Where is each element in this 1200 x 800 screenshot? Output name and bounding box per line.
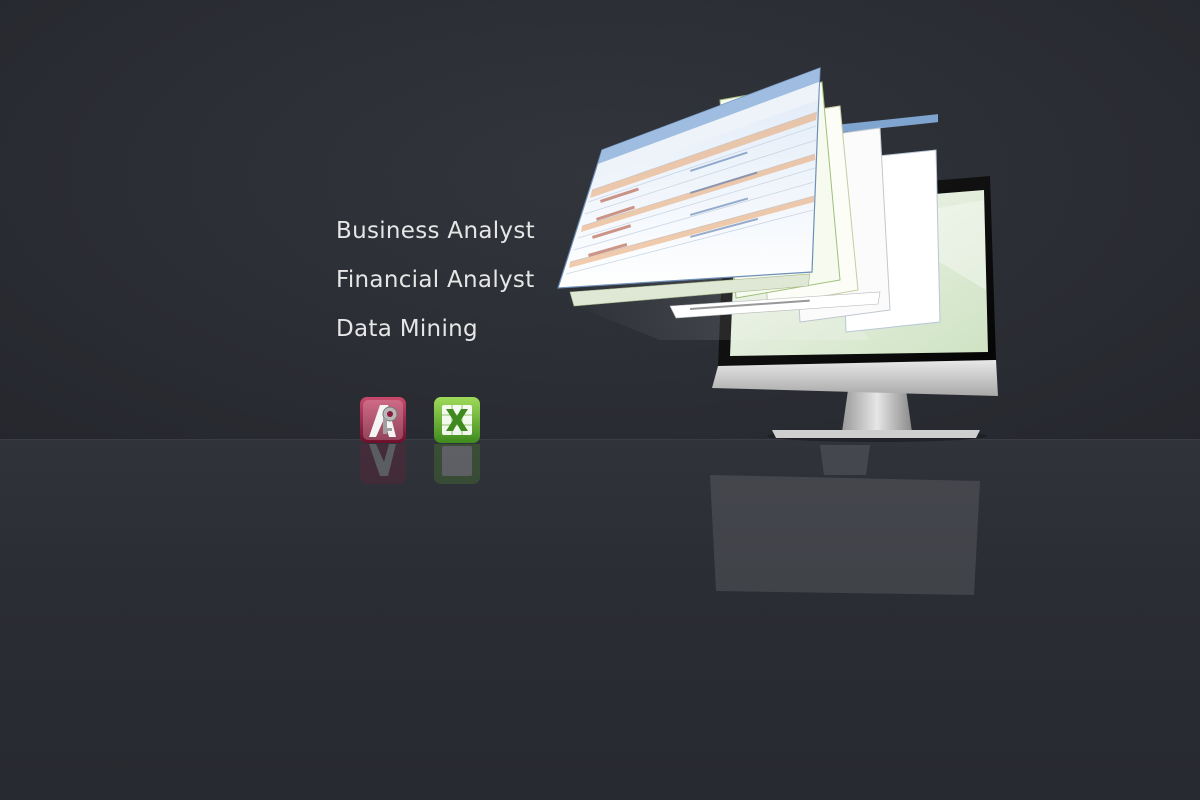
monitor-chin [712,360,998,396]
monitor-reflection [690,445,990,605]
access-icon-reflection [360,444,406,484]
excel-icon-reflection [434,444,480,484]
skill-financial-analyst: Financial Analyst [336,267,535,293]
monitor-stand [842,390,912,432]
skills-list: Business Analyst Financial Analyst Data … [336,214,535,361]
spreadsheet-stack [557,67,941,333]
skill-data-mining: Data Mining [336,316,478,342]
monitor-illustration [540,60,1010,450]
microsoft-access-icon [360,397,406,443]
skill-business-analyst: Business Analyst [336,218,535,244]
background-floor [0,440,1200,800]
microsoft-excel-icon [434,397,480,443]
